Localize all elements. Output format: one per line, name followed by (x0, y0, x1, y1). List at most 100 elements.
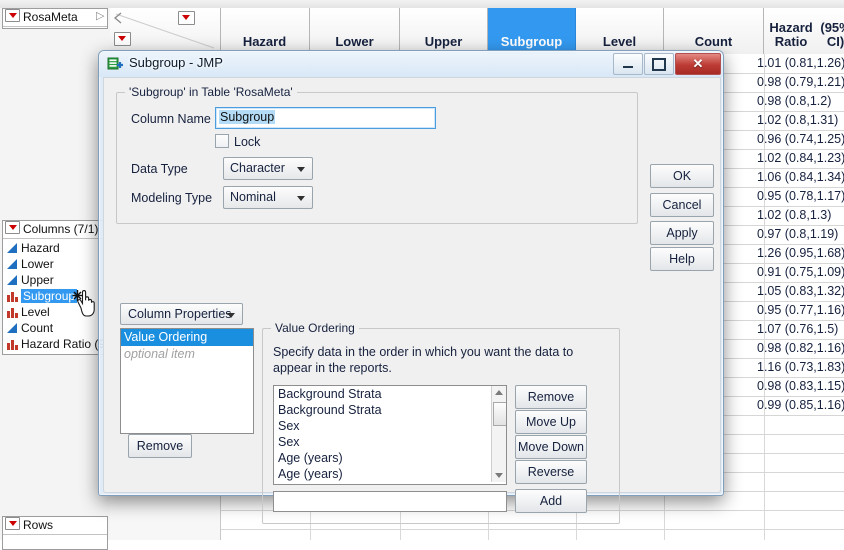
remove-property-button[interactable]: Remove (128, 434, 192, 458)
column-list-item-label: Lower (21, 257, 54, 271)
table-corner-cell[interactable] (110, 8, 221, 54)
table-header-cell[interactable]: Hazard Ratio (95% CI) (764, 8, 844, 54)
table-header-cell[interactable]: Level (576, 8, 664, 54)
red-triangle-menu-icon[interactable] (5, 9, 20, 22)
lock-checkbox-row[interactable]: Lock (215, 134, 260, 149)
hazard-ratio-cell[interactable]: 0.98 (0.82,1.16) (754, 339, 844, 358)
help-button[interactable]: Help (650, 247, 714, 271)
red-triangle-menu-icon[interactable] (5, 517, 20, 530)
columns-panel-header[interactable]: Columns (7/1) (3, 221, 107, 239)
column-name-value: Subgroup (219, 110, 276, 124)
value-ordering-scrollbar[interactable] (491, 386, 506, 482)
hazard-ratio-cell[interactable]: 0.97 (0.8,1.19) (754, 225, 844, 244)
table-name-box[interactable]: RosaMeta (2, 8, 108, 29)
column-list-item[interactable]: Subgroup (5, 288, 107, 304)
column-info-group: 'Subgroup' in Table 'RosaMeta' Column Na… (116, 85, 638, 224)
table-header-cell[interactable]: Subgroup (488, 8, 576, 54)
hazard-ratio-cell[interactable]: 0.91 (0.75,1.09) (754, 263, 844, 282)
back-arrow-icon[interactable] (112, 10, 128, 26)
value-ordering-item[interactable]: Age (years) (274, 450, 506, 466)
minimize-button[interactable] (613, 53, 643, 75)
row-header-cell[interactable] (110, 510, 221, 529)
rows-panel-header[interactable]: Rows (3, 517, 107, 535)
scroll-up-arrow-icon[interactable] (492, 386, 506, 399)
scroll-down-arrow-icon[interactable] (492, 469, 506, 482)
column-menu-triangle-icon[interactable] (178, 11, 195, 25)
table-name-header[interactable]: RosaMeta (3, 8, 107, 27)
apply-button[interactable]: Apply (650, 221, 714, 245)
column-list-item-label: Subgroup (21, 289, 78, 303)
hazard-ratio-cell[interactable]: 1.02 (0.84,1.23) (754, 149, 844, 168)
hazard-ratio-cell[interactable]: 0.98 (0.79,1.21) (754, 73, 844, 92)
hazard-ratio-cell[interactable]: 0.98 (0.8,1.2) (754, 92, 844, 111)
close-button[interactable]: ✕ (675, 53, 721, 75)
cancel-button[interactable]: Cancel (650, 193, 714, 217)
hazard-ratio-cell[interactable]: 0.96 (0.74,1.25) (754, 130, 844, 149)
hazard-ratio-cell[interactable]: 0.95 (0.77,1.16) (754, 301, 844, 320)
maximize-button[interactable] (644, 53, 674, 75)
table-header-cell[interactable]: Lower (310, 8, 400, 54)
hazard-ratio-cell[interactable]: 1.06 (0.84,1.34) (754, 168, 844, 187)
table-header-label: Level (602, 34, 637, 49)
column-list-item[interactable]: Hazard Ratio (95 (5, 336, 112, 352)
table-header-cell[interactable]: Count (664, 8, 764, 54)
column-list-item[interactable]: Hazard (5, 240, 107, 256)
modeling-type-select[interactable]: Nominal (223, 186, 313, 209)
table-header-label: Hazard (242, 34, 287, 49)
hazard-ratio-cell[interactable]: 1.16 (0.73,1.83) (754, 358, 844, 377)
ok-button[interactable]: OK (650, 164, 714, 188)
chevron-down-icon (227, 313, 235, 318)
value-ordering-list[interactable]: Background Strata Background Strata Sex Sex… (273, 385, 507, 485)
hazard-ratio-cell[interactable]: 1.26 (0.95,1.68) (754, 244, 844, 263)
column-properties-list[interactable]: Value Ordering optional item (120, 328, 254, 434)
hazard-ratio-cell[interactable]: 1.02 (0.8,1.31) (754, 111, 844, 130)
column-list-item-label: Hazard (21, 241, 60, 255)
column-property-item[interactable]: Value Ordering (121, 329, 253, 346)
hazard-ratio-cell[interactable]: 1.05 (0.83,1.32) (754, 282, 844, 301)
value-move-up-button[interactable]: Move Up (515, 410, 587, 434)
lock-checkbox[interactable] (215, 134, 229, 148)
value-ordering-input[interactable] (273, 491, 507, 512)
hazard-ratio-cell[interactable]: 0.98 (0.83,1.15) (754, 377, 844, 396)
table-header-cell[interactable]: Hazard (220, 8, 310, 54)
table-header-label: (95% CI) (820, 20, 844, 49)
value-add-button[interactable]: Add (515, 489, 587, 513)
dialog-titlebar[interactable]: Subgroup - JMP ✕ (99, 51, 723, 77)
columns-list[interactable]: Hazard Lower Upper Subgroup Level Count Hazard… (3, 239, 112, 352)
rows-header-label: Rows (23, 518, 54, 532)
value-ordering-item[interactable]: Sex (274, 434, 506, 450)
cell-separator (664, 529, 665, 540)
column-list-item[interactable]: Count (5, 320, 107, 336)
hazard-ratio-cell[interactable]: 0.95 (0.78,1.17) (754, 187, 844, 206)
hazard-ratio-cell[interactable]: 1.02 (0.8,1.3) (754, 206, 844, 225)
minimize-icon (614, 54, 642, 74)
row-menu-triangle-icon[interactable] (114, 32, 131, 46)
table-row[interactable] (110, 529, 844, 540)
column-properties-button[interactable]: Column Properties (120, 303, 243, 325)
column-list-item[interactable]: Level (5, 304, 107, 320)
value-ordering-item[interactable]: Background Strata (274, 402, 506, 418)
cell-separator (764, 472, 765, 491)
value-ordering-item[interactable]: Background Strata (274, 386, 506, 402)
column-list-item[interactable]: Upper (5, 272, 107, 288)
value-ordering-item[interactable]: Age (years) (274, 466, 506, 482)
red-triangle-menu-icon[interactable] (5, 221, 20, 234)
data-type-select[interactable]: Character (223, 157, 313, 180)
value-reverse-button[interactable]: Reverse (515, 460, 587, 484)
hazard-ratio-cell[interactable]: 1.07 (0.76,1.5) (754, 320, 844, 339)
modeling-type-label: Modeling Type (131, 191, 213, 205)
value-remove-button[interactable]: Remove (515, 385, 587, 409)
hazard-ratio-cell[interactable]: 0.99 (0.85,1.16) (754, 396, 844, 415)
disclosure-arrow-icon[interactable] (96, 8, 104, 25)
column-property-item[interactable]: optional item (121, 346, 253, 363)
cell-separator (664, 510, 665, 529)
hazard-ratio-cell[interactable]: 1.01 (0.81,1.26) (754, 54, 844, 73)
value-move-down-button[interactable]: Move Down (515, 435, 587, 459)
row-header-cell[interactable] (110, 529, 221, 540)
table-header-cell[interactable]: Upper (400, 8, 488, 54)
column-list-item[interactable]: Lower (5, 256, 107, 272)
scrollbar-thumb[interactable] (493, 402, 506, 426)
columns-header-label: Columns (7/1) (23, 222, 99, 236)
value-ordering-item[interactable]: Sex (274, 418, 506, 434)
column-name-input[interactable]: Subgroup (215, 107, 436, 129)
